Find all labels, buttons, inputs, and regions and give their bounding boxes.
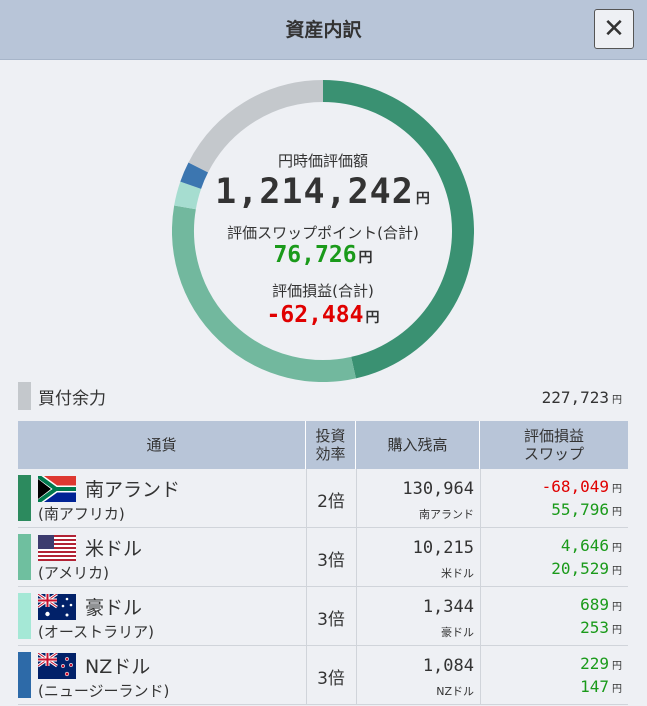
currency-name: 米ドル [85, 538, 143, 560]
leverage-value: 3倍 [317, 610, 345, 630]
balance-value: 130,964 [402, 479, 474, 499]
leverage-value: 3倍 [317, 669, 345, 689]
swap-total-label: 評価スワップポイント(合計) [227, 224, 419, 242]
balance-unit: 米ドル [441, 567, 474, 580]
pl-total-label: 評価損益(合計) [272, 282, 374, 300]
close-icon: ✕ [603, 14, 625, 44]
balance-value: 1,084 [422, 656, 474, 676]
swap-value: 147 円 [580, 677, 622, 696]
table-row[interactable]: NZドル (ニュージーランド) 3倍 1,084 NZドル 229 円 147 円 [18, 646, 628, 705]
leverage-value: 3倍 [317, 551, 345, 571]
buying-power-row: 買付余力 227,723 円 [18, 380, 628, 410]
us-flag-icon [38, 535, 76, 561]
currency-color-bar [18, 652, 31, 698]
currency-color-bar [18, 593, 31, 639]
balance-value: 1,344 [422, 597, 474, 617]
leverage-value: 2倍 [317, 492, 345, 512]
za-flag-icon [38, 476, 76, 502]
header-currency: 通貨 [18, 421, 306, 469]
holdings-table: 通貨 投資 効率 購入残高 評価損益 スワップ 南アランド (南アフリカ) 2倍 1… [18, 421, 628, 705]
balance-value: 10,215 [412, 538, 474, 558]
currency-country: (南アフリカ) [38, 505, 125, 523]
header-pl-swap: 評価損益 スワップ [523, 427, 584, 463]
currency-country: (オーストラリア) [38, 623, 154, 641]
pl-value: -68,049 円 [541, 477, 622, 496]
table-row[interactable]: 南アランド (南アフリカ) 2倍 130,964 南アランド -68,049 円 … [18, 469, 628, 528]
modal-header: 資産内訳 ✕ [0, 0, 647, 60]
currency-color-bar [18, 475, 31, 521]
balance-unit: 豪ドル [441, 626, 474, 639]
currency-color-bar [18, 534, 31, 580]
buying-power-value: 227,723 円 [541, 388, 622, 407]
swap-total-value: 76,726 円 [273, 242, 373, 268]
pl-value: 229 円 [580, 654, 622, 673]
buying-power-label: 買付余力 [38, 389, 106, 409]
currency-name: 豪ドル [85, 597, 143, 619]
donut-center-summary: 円時価評価額 1,214,242 円 評価スワップポイント(合計) 76,726 円… [172, 80, 474, 382]
pl-value: 689 円 [580, 595, 622, 614]
header-balance: 購入残高 [356, 421, 480, 469]
pl-value: 4,646 円 [560, 536, 622, 555]
au-flag-icon [38, 594, 76, 620]
currency-name: 南アランド [85, 479, 181, 501]
table-row[interactable]: 米ドル (アメリカ) 3倍 10,215 米ドル 4,646 円 20,529 円 [18, 528, 628, 587]
currency-country: (アメリカ) [38, 564, 109, 582]
header-leverage: 投資 効率 [306, 421, 356, 469]
swap-value: 55,796 円 [551, 500, 622, 519]
currency-name: NZドル [85, 656, 151, 678]
valuation-value: 1,214,242 円 [215, 172, 431, 212]
modal-title: 資産内訳 [285, 19, 362, 41]
buying-power-swatch [18, 382, 31, 410]
currency-country: (ニュージーランド) [38, 682, 170, 700]
swap-value: 253 円 [580, 618, 622, 637]
balance-unit: NZドル [436, 685, 474, 698]
nz-flag-icon [38, 653, 76, 679]
swap-value: 20,529 円 [551, 559, 622, 578]
close-button[interactable]: ✕ [594, 9, 634, 49]
table-header: 通貨 投資 効率 購入残高 評価損益 スワップ [18, 421, 628, 469]
table-row[interactable]: 豪ドル (オーストラリア) 3倍 1,344 豪ドル 689 円 253 円 [18, 587, 628, 646]
pl-total-value: -62,484 円 [266, 302, 380, 328]
valuation-label: 円時価評価額 [277, 152, 368, 170]
balance-unit: 南アランド [419, 508, 474, 521]
